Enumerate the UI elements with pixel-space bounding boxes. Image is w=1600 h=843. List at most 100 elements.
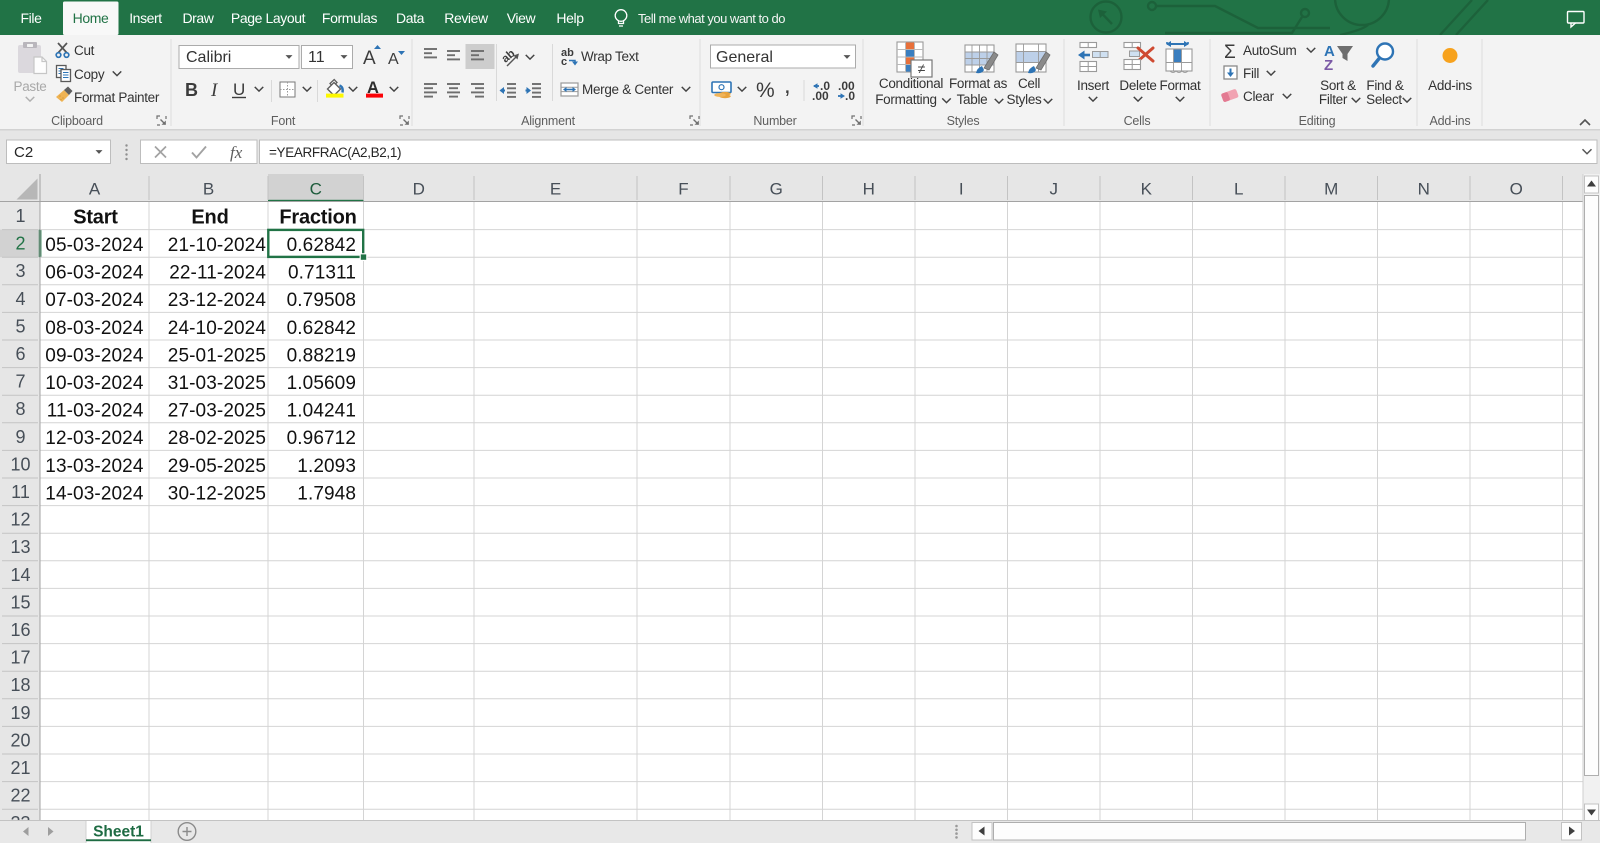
svg-text:22-11-2024: 22-11-2024 (169, 263, 266, 284)
svg-text:12-03-2024: 12-03-2024 (45, 428, 144, 449)
svg-text:,: , (784, 72, 791, 99)
svg-text:M: M (1324, 180, 1338, 199)
svg-text:12: 12 (10, 510, 30, 530)
svg-text:1.7948: 1.7948 (297, 483, 356, 504)
svg-text:1.2093: 1.2093 (297, 456, 356, 477)
svg-text:24-10-2024: 24-10-2024 (168, 318, 267, 339)
svg-text:Select: Select (1366, 92, 1402, 107)
svg-text:A: A (89, 180, 101, 199)
svg-text:B: B (185, 80, 198, 100)
svg-text:23-12-2024: 23-12-2024 (168, 290, 267, 311)
svg-text:≠: ≠ (918, 61, 926, 77)
svg-text:Sort &: Sort & (1320, 78, 1356, 93)
svg-text:Add-ins: Add-ins (1428, 78, 1472, 93)
svg-text:0.62842: 0.62842 (287, 318, 356, 339)
svg-text:Add-ins: Add-ins (1430, 114, 1471, 128)
svg-text:Font: Font (271, 114, 296, 128)
svg-text:29-05-2025: 29-05-2025 (168, 456, 266, 477)
svg-text:0.71311: 0.71311 (288, 263, 356, 284)
svg-text:21-10-2024: 21-10-2024 (168, 235, 267, 256)
svg-text:Styles: Styles (947, 114, 980, 128)
svg-text:U: U (233, 80, 245, 99)
svg-text:11-03-2024: 11-03-2024 (47, 401, 144, 422)
svg-text:Clear: Clear (1243, 89, 1275, 104)
svg-text:Copy: Copy (74, 67, 105, 82)
svg-text:General: General (716, 49, 773, 66)
svg-text:05-03-2024: 05-03-2024 (45, 235, 144, 256)
svg-text:10-03-2024: 10-03-2024 (45, 373, 144, 394)
svg-text:Home: Home (73, 10, 109, 26)
svg-text:Page Layout: Page Layout (231, 10, 306, 26)
svg-text:0.62842: 0.62842 (287, 235, 356, 256)
svg-text:18: 18 (10, 675, 30, 695)
svg-text:Cells: Cells (1124, 114, 1151, 128)
svg-text:fx: fx (230, 143, 243, 162)
svg-text:Conditional: Conditional (879, 76, 944, 91)
svg-text:Alignment: Alignment (521, 114, 576, 128)
svg-text:Format: Format (1160, 78, 1202, 93)
svg-text:7: 7 (15, 372, 25, 392)
svg-text:14-03-2024: 14-03-2024 (45, 483, 144, 504)
svg-text:I: I (959, 180, 964, 199)
svg-text:25-01-2025: 25-01-2025 (168, 345, 266, 366)
svg-text:L: L (1234, 180, 1243, 199)
svg-text:17: 17 (10, 648, 30, 668)
svg-text:28-02-2025: 28-02-2025 (168, 428, 266, 449)
svg-text:22: 22 (10, 786, 30, 806)
svg-text:H: H (863, 180, 875, 199)
svg-text:Calibri: Calibri (186, 49, 231, 66)
svg-text:B: B (203, 180, 214, 199)
svg-text:27-03-2025: 27-03-2025 (168, 401, 266, 422)
svg-text:Filter: Filter (1319, 92, 1348, 107)
svg-text:O: O (1510, 180, 1523, 199)
svg-text:C2: C2 (14, 144, 33, 161)
svg-text:13-03-2024: 13-03-2024 (45, 456, 144, 477)
svg-text:A: A (388, 51, 399, 68)
svg-text:c: c (561, 56, 567, 68)
svg-text:3: 3 (15, 261, 25, 281)
svg-text:2: 2 (15, 234, 25, 254)
svg-text:13: 13 (10, 537, 30, 557)
svg-text:16: 16 (10, 620, 30, 640)
svg-text:%: % (756, 79, 775, 102)
svg-text:Fill: Fill (1243, 66, 1259, 81)
svg-text:Sheet1: Sheet1 (93, 824, 144, 841)
svg-text:1.04241: 1.04241 (287, 401, 356, 422)
svg-text:5: 5 (15, 316, 25, 336)
svg-text:Data: Data (396, 10, 425, 26)
svg-text:Delete: Delete (1119, 78, 1156, 93)
svg-text:AutoSum: AutoSum (1243, 43, 1296, 58)
svg-text:Cut: Cut (74, 43, 95, 58)
svg-text:File: File (21, 10, 43, 26)
svg-text:Number: Number (753, 114, 796, 128)
svg-text:.0: .0 (845, 89, 855, 103)
svg-text:19: 19 (10, 703, 30, 723)
svg-text:J: J (1050, 180, 1059, 199)
svg-text:14: 14 (10, 565, 30, 585)
svg-text:Paste: Paste (13, 79, 46, 94)
svg-text:Review: Review (444, 10, 489, 26)
svg-text:11: 11 (308, 49, 325, 66)
svg-text:C: C (310, 180, 322, 199)
svg-text:31-03-2025: 31-03-2025 (168, 373, 266, 394)
svg-text:View: View (507, 10, 537, 26)
svg-text:=YEARFRAC(A2,B2,1): =YEARFRAC(A2,B2,1) (269, 145, 401, 160)
svg-text:Start: Start (73, 207, 118, 229)
svg-text:E: E (550, 180, 561, 199)
svg-text:21: 21 (10, 758, 30, 778)
svg-text:0.96712: 0.96712 (287, 428, 356, 449)
svg-text:1.05609: 1.05609 (287, 373, 356, 394)
svg-text:Tell me what you want to do: Tell me what you want to do (638, 11, 785, 26)
svg-text:F: F (678, 180, 688, 199)
svg-text:08-03-2024: 08-03-2024 (45, 318, 144, 339)
svg-text:Insert: Insert (1077, 78, 1110, 93)
svg-text:Wrap Text: Wrap Text (581, 49, 639, 64)
svg-text:Styles: Styles (1007, 92, 1043, 107)
svg-text:Cell: Cell (1018, 76, 1040, 91)
svg-text:1: 1 (15, 206, 25, 226)
svg-text:6: 6 (15, 344, 25, 364)
svg-text:.00: .00 (812, 89, 829, 103)
svg-text:Help: Help (556, 10, 584, 26)
svg-text:20: 20 (10, 730, 30, 750)
svg-text:30-12-2025: 30-12-2025 (168, 483, 266, 504)
